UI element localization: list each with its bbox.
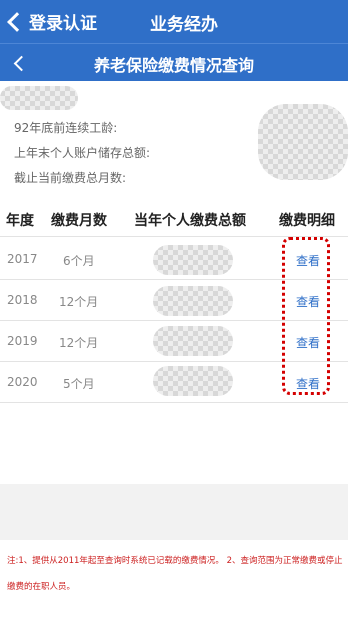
redacted-amount (153, 366, 233, 396)
info-account-balance-label: 上年末个人账户储存总额: (14, 146, 151, 160)
page-header: 养老保险缴费情况查询 (0, 43, 348, 81)
row-year: 2018 (7, 293, 38, 307)
header-annual-total: 当年个人缴费总额 (134, 213, 246, 229)
row-months: 6个月 (63, 254, 95, 268)
back-button[interactable]: 登录认证 (6, 9, 97, 34)
detail-column-highlight (282, 237, 330, 395)
back-label: 登录认证 (29, 14, 97, 34)
row-year: 2020 (7, 375, 38, 389)
table-header: 年度 缴费月数 当年个人缴费总额 缴费明细 (0, 205, 348, 235)
footnote: 注:1、提供从2011年起至查询时系统已记载的缴费情况。 2、查询范围为正常缴费… (7, 556, 343, 592)
row-year: 2019 (7, 334, 38, 348)
row-months: 12个月 (59, 295, 99, 309)
top-nav-bar: 登录认证 业务经办 (0, 0, 348, 43)
row-months: 12个月 (59, 336, 99, 350)
header-detail: 缴费明细 (279, 213, 335, 229)
header-year: 年度 (6, 213, 34, 229)
blank-gray-area (0, 484, 348, 540)
redacted-name (0, 86, 78, 110)
info-total-months-label: 截止当前缴费总月数: (14, 171, 127, 185)
page-title: 养老保险缴费情况查询 (93, 56, 254, 75)
redacted-amount (153, 326, 233, 356)
redacted-amount (153, 245, 233, 275)
header-months: 缴费月数 (51, 213, 107, 229)
info-seniority-label: 92年底前连续工龄: (14, 121, 118, 135)
chevron-left-icon (7, 11, 27, 32)
redacted-amount (153, 286, 233, 316)
redacted-info-values (258, 104, 348, 180)
row-months: 5个月 (63, 377, 95, 391)
nav-title: 业务经办 (150, 15, 218, 35)
divider (0, 402, 348, 403)
row-year: 2017 (7, 252, 38, 266)
